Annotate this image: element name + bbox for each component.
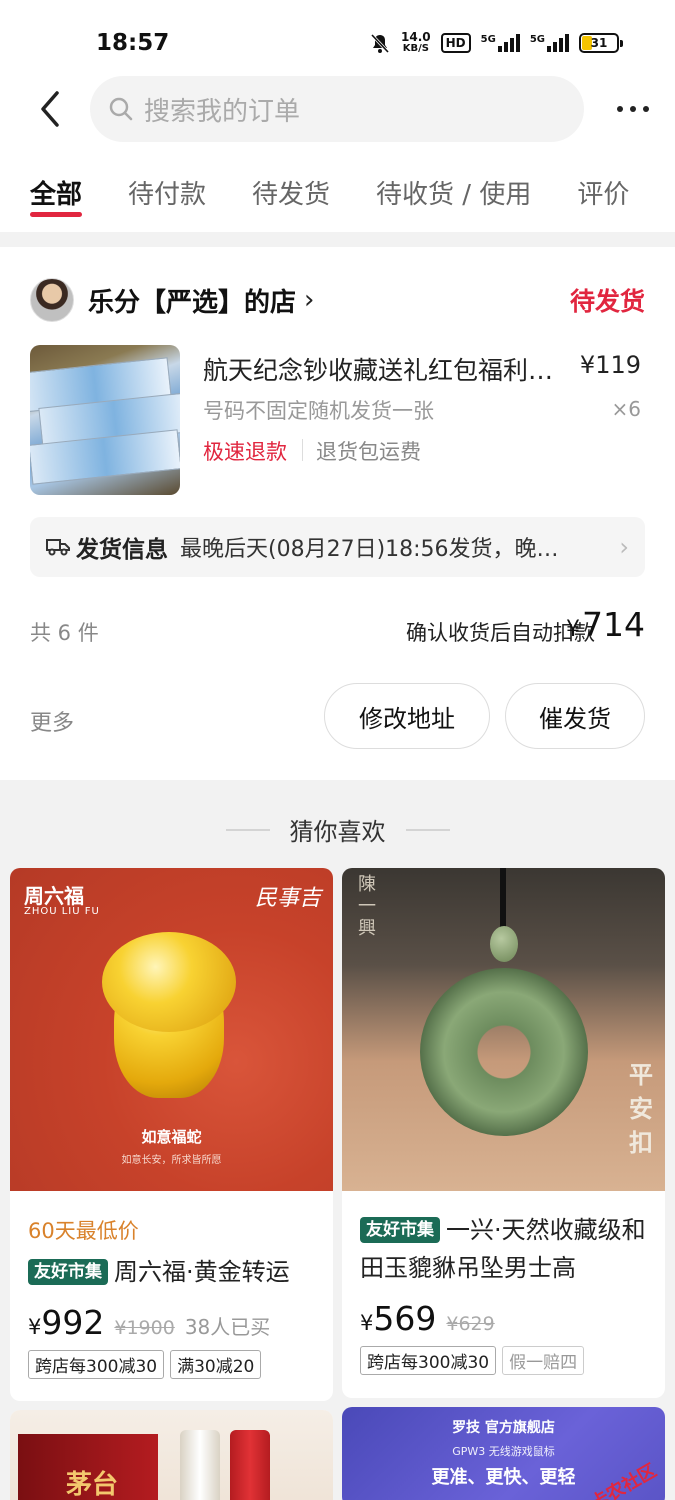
seal-text: 陳一興 [358, 874, 376, 939]
more-link[interactable]: 更多 [30, 705, 74, 737]
product-image[interactable]: 陳一興 平安扣 [342, 868, 665, 1191]
battery-level: 31 [590, 36, 608, 50]
recommend-header: 猜你喜欢 [0, 812, 675, 847]
product-card[interactable]: 罗技 官方旗舰店 GPW3 无线游戏鼠标 更准、更快、更轻 卡农社区 [342, 1407, 665, 1500]
shipping-text: 最晚后天(08月27日)18:56发货，晚… [180, 537, 559, 562]
shipping-info-bar[interactable]: 发货信息 最晚后天(08月27日)18:56发货，晚… › [30, 517, 645, 577]
gold-snake-head [102, 932, 236, 1032]
image-caption: 如意福蛇 [141, 1128, 202, 1146]
status-bar: 18:57 14.0 KB/S HD 5G 5G 31 [0, 0, 675, 88]
product-title: 友好市集 一兴·天然收藏级和田玉貔貅吊坠男士高 [360, 1211, 647, 1287]
product-card[interactable]: 陳一興 平安扣 友好市集 一兴·天然收藏级和田玉貔貅吊坠男士高 ¥ 569 ¥62… [342, 868, 665, 1398]
refund-tag: 极速退款 [203, 440, 287, 464]
status-time: 18:57 [96, 30, 170, 56]
product-card[interactable]: 周六福 ZHOU LIU FU 民事吉 如意福蛇 如意长安，所求皆所愿 60天最… [10, 868, 333, 1401]
image-side-text: 平安扣 [629, 1061, 653, 1157]
tab-review[interactable]: 评价 [577, 146, 629, 232]
promo-row: 跨店每300减30 假一赔四 [360, 1346, 647, 1375]
brand-mark: 民事吉 [254, 886, 321, 911]
tab-pending-receipt[interactable]: 待收货 / 使用 [376, 146, 531, 232]
item-count: 共 6 件 [30, 621, 99, 645]
promo-badge: 跨店每300减30 [360, 1346, 497, 1375]
product-image[interactable]: 周六福 ZHOU LIU FU 民事吉 如意福蛇 如意长安，所求皆所愿 [10, 868, 333, 1191]
brand-logo: 罗技 官方旗舰店 [452, 1420, 555, 1436]
shop-row[interactable]: 乐分【严选】的店 › 待发货 [30, 277, 645, 323]
tab-pending-payment[interactable]: 待付款 [128, 146, 206, 232]
divider [405, 828, 450, 831]
product-quantity: ×6 [611, 397, 641, 421]
market-badge: 友好市集 [360, 1217, 440, 1243]
jade-bead [490, 926, 518, 962]
brand-logo-en: ZHOU LIU FU [24, 906, 100, 917]
sold-count: 38人已买 [184, 1315, 271, 1339]
old-price: ¥1900 [114, 1317, 175, 1339]
status-icons: 14.0 KB/S HD 5G 5G 31 [369, 31, 623, 55]
market-badge: 友好市集 [28, 1259, 108, 1285]
net-speed-unit: KB/S [402, 43, 429, 54]
shop-name[interactable]: 乐分【严选】的店 [88, 282, 296, 319]
product-title[interactable]: 航天纪念钞收藏送礼红包福利… [203, 351, 568, 387]
chevron-right-icon: › [619, 533, 629, 561]
net-speed-value: 14.0 [401, 30, 431, 44]
bottle [180, 1430, 220, 1500]
price: 992 [41, 1303, 105, 1342]
jade-pendant [420, 968, 588, 1136]
tab-pending-shipment[interactable]: 待发货 [252, 146, 330, 232]
return-shipping-tag: 退货包运费 [316, 440, 421, 464]
product-title: 友好市集 周六福·黄金转运 [28, 1253, 315, 1291]
product-price: ¥119 [579, 351, 641, 379]
promo-badge: 跨店每300减30 [28, 1350, 165, 1379]
shipping-label: 发货信息 [76, 537, 168, 563]
price-row: ¥ 992 ¥1900 38人已买 [28, 1303, 271, 1342]
search-icon [109, 97, 133, 121]
urge-shipment-button[interactable]: 催发货 [505, 683, 645, 749]
product-title-text: 周六福·黄金转运 [114, 1258, 290, 1286]
price: 569 [373, 1299, 437, 1338]
brand-logo: 周六福 [24, 884, 84, 908]
back-button[interactable] [30, 88, 70, 130]
price-row: ¥ 569 ¥629 [360, 1299, 495, 1338]
signal-icon: 5G [481, 34, 520, 52]
promo-badge: 假一赔四 [502, 1346, 585, 1375]
order-tabs: 全部 待付款 待发货 待收货 / 使用 评价 [0, 146, 675, 232]
gift-box: 茅台 [18, 1434, 158, 1500]
signal-icon: 5G [530, 34, 569, 52]
product-image[interactable] [30, 345, 180, 495]
search-placeholder: 搜索我的订单 [144, 96, 301, 127]
mute-bell-icon [370, 33, 390, 54]
battery-icon: 31 [579, 33, 623, 53]
signal-label: 5G [529, 34, 545, 45]
net-speed: 14.0 KB/S [401, 31, 431, 55]
shop-avatar [30, 278, 74, 322]
recommend-title: 猜你喜欢 [289, 818, 386, 846]
total-amount: ¥714 [566, 605, 645, 644]
more-icon[interactable] [617, 88, 649, 130]
order-status: 待发货 [569, 287, 645, 316]
old-price: ¥629 [446, 1313, 495, 1335]
promo-row: 跨店每300减30 满30减20 [28, 1350, 315, 1379]
image-subtitle: GPW3 无线游戏鼠标 [452, 1445, 555, 1458]
change-address-button[interactable]: 修改地址 [324, 683, 490, 749]
header: 搜索我的订单 [0, 76, 675, 146]
divider [302, 439, 303, 461]
divider [225, 828, 270, 831]
chevron-right-icon: › [304, 285, 315, 315]
bottle [230, 1430, 270, 1500]
hd-icon: HD [440, 33, 471, 53]
low-price-tag: 60天最低价 [28, 1219, 139, 1243]
image-subcaption: 如意长安，所求皆所愿 [121, 1155, 222, 1166]
search-input[interactable]: 搜索我的订单 [90, 76, 584, 142]
cord [500, 868, 506, 928]
truck-icon [46, 539, 70, 556]
order-card: 乐分【严选】的店 › 待发货 航天纪念钞收藏送礼红包福利… ¥119 号码不固定… [0, 247, 675, 780]
product-spec: 号码不固定随机发货一张 [203, 399, 434, 423]
product-image[interactable]: 罗技 官方旗舰店 GPW3 无线游戏鼠标 更准、更快、更轻 卡农社区 [342, 1407, 665, 1500]
product-card[interactable]: 茅台 [10, 1410, 333, 1500]
tab-all[interactable]: 全部 [30, 146, 83, 232]
signal-label: 5G [480, 34, 496, 45]
promo-badge: 满30减20 [170, 1350, 262, 1379]
product-image[interactable]: 茅台 [10, 1410, 333, 1500]
back-icon [41, 91, 59, 127]
